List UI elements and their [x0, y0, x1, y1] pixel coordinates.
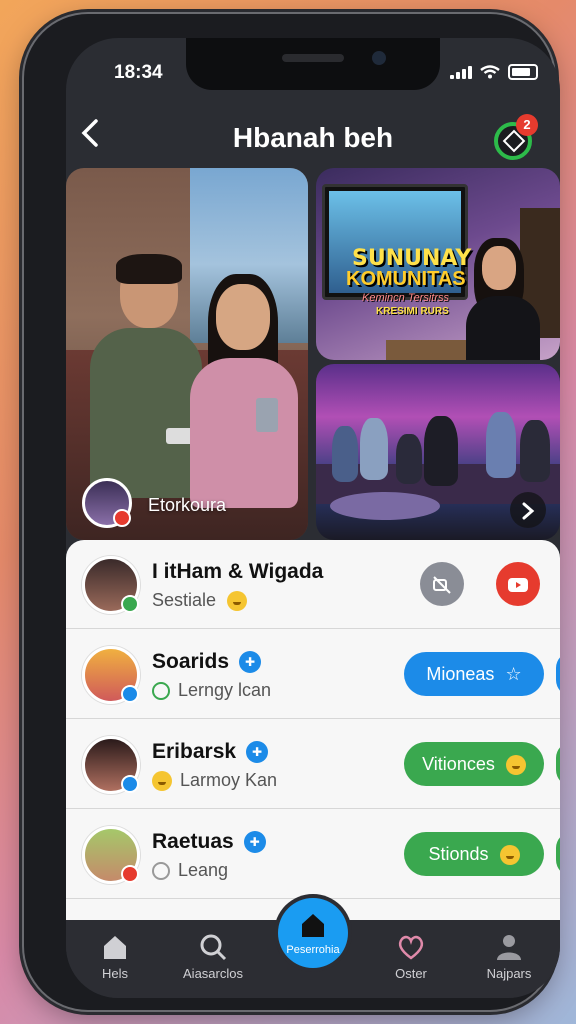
avatar[interactable] [82, 826, 140, 884]
photo-party[interactable] [316, 364, 560, 540]
mute-video-button[interactable] [420, 562, 464, 606]
avatar[interactable] [82, 646, 140, 704]
search-icon [200, 934, 227, 961]
tab-label: Aiasarclos [183, 966, 243, 981]
tab-bar: Hels Aiasarclos Peserrohia Oster Najpars [66, 898, 560, 998]
person-icon [497, 935, 521, 960]
tab-profile[interactable]: Najpars [460, 920, 558, 998]
member-name: Soarids ✚ [152, 650, 262, 674]
member-status-text: Larmoy Kan [180, 770, 278, 790]
avatar[interactable] [82, 556, 140, 614]
member-list: I itHam & Wigada Sestiale Soarids ✚ Lern… [66, 540, 560, 920]
heart-icon [398, 935, 424, 960]
notifications-button[interactable]: 2 [494, 114, 538, 160]
smile-emoji-icon [152, 771, 172, 792]
signal-icon [450, 65, 472, 79]
next-button[interactable] [510, 492, 546, 528]
list-item[interactable]: I itHam & Wigada Sestiale [66, 540, 560, 629]
avatar[interactable] [82, 736, 140, 794]
wifi-icon [480, 65, 500, 79]
action-pill-label: Mioneas [426, 664, 495, 684]
member-name: Raetuas ✚ [152, 830, 266, 854]
status-icons [450, 64, 538, 80]
star-icon: ☆ [505, 664, 522, 684]
tab-community-active[interactable]: Peserrohia [278, 898, 348, 968]
tab-home[interactable]: Hels [66, 920, 164, 998]
status-dot-icon [121, 775, 139, 793]
chat-bubble-icon [152, 862, 170, 881]
live-dot-icon [113, 509, 131, 527]
person-host [466, 238, 540, 360]
screen: 18:34 Hbanah beh 2 Etorkoura SUNUNAY KOM… [66, 38, 560, 998]
tv-subheadline: KOMUNITAS [346, 268, 466, 290]
member-status: Leang [152, 860, 228, 881]
home-icon [302, 914, 324, 937]
camera-off-icon [433, 576, 451, 594]
chevron-right-icon [522, 502, 535, 520]
tab-search[interactable]: Aiasarclos [164, 920, 262, 998]
notification-badge: 2 [516, 114, 538, 136]
status-time: 18:34 [114, 62, 163, 83]
tab-favorites[interactable]: Oster [362, 920, 460, 998]
status-dot-icon [121, 595, 139, 613]
member-status-text: Leang [178, 860, 229, 880]
member-status-text: Sestiale [152, 590, 217, 610]
smile-emoji-icon [499, 845, 520, 866]
member-name-text: Eribarsk [152, 740, 237, 763]
status-dot-icon [121, 865, 139, 883]
photo-stream-host[interactable]: SUNUNAY KOMUNITAS Kemincn Tersitrss KRES… [316, 168, 560, 360]
tab-label: Oster [395, 966, 427, 981]
list-item[interactable]: Raetuas ✚ Leang Stionds [66, 810, 560, 899]
next-pill-edge [556, 832, 560, 876]
member-status-text: Lerngy lcan [178, 680, 272, 700]
home-icon [104, 936, 126, 959]
verified-icon: ✚ [243, 831, 266, 854]
action-pill-button[interactable]: Mioneas ☆ [404, 652, 544, 696]
member-status: Sestiale [152, 590, 248, 612]
record-button[interactable] [496, 562, 540, 606]
verified-icon: ✚ [239, 651, 262, 674]
page-title: Hbanah beh [232, 122, 394, 153]
notch [186, 38, 440, 90]
action-pill-button[interactable]: Vitionces [404, 742, 544, 786]
verified-icon: ✚ [246, 741, 269, 764]
person-man [90, 254, 202, 508]
smile-emoji-icon [227, 591, 248, 612]
member-status: Lerngy lcan [152, 680, 271, 701]
tv-footer: KRESIMI RURS [376, 306, 449, 317]
tv-tagline: Kemincn Tersitrss [362, 292, 450, 304]
caption-avatar[interactable] [82, 478, 132, 528]
leaf-icon [152, 682, 170, 701]
tab-label: Hels [101, 966, 128, 981]
member-name: Eribarsk ✚ [152, 740, 269, 764]
person-woman [186, 274, 298, 518]
list-item[interactable]: Soarids ✚ Lerngy lcan Mioneas ☆ [66, 630, 560, 719]
coffee-table [330, 492, 440, 520]
smile-emoji-icon [505, 755, 526, 776]
action-pill-button[interactable]: Stionds [404, 832, 544, 876]
member-status: Larmoy Kan [152, 770, 278, 792]
phone-frame: 18:34 Hbanah beh 2 Etorkoura SUNUNAY KOM… [24, 14, 560, 1010]
list-item[interactable]: Eribarsk ✚ Larmoy Kan Vitionces [66, 720, 560, 809]
next-pill-edge [556, 742, 560, 786]
status-dot-icon [121, 685, 139, 703]
action-pill-label: Vitionces [422, 754, 495, 774]
member-name-text: Soarids [152, 650, 230, 673]
video-icon [508, 577, 528, 592]
member-name: I itHam & Wigada [152, 560, 324, 583]
speaker [282, 54, 344, 62]
battery-icon [508, 64, 538, 80]
next-pill-edge [556, 652, 560, 696]
front-camera [372, 51, 386, 65]
photo-couple[interactable]: Etorkoura [66, 168, 308, 540]
tab-label: Najpars [486, 966, 532, 981]
member-name-text: Raetuas [152, 830, 234, 853]
action-pill-label: Stionds [428, 844, 489, 864]
tab-label: Peserrohia [286, 944, 340, 956]
photo-caption: Etorkoura [148, 495, 227, 515]
